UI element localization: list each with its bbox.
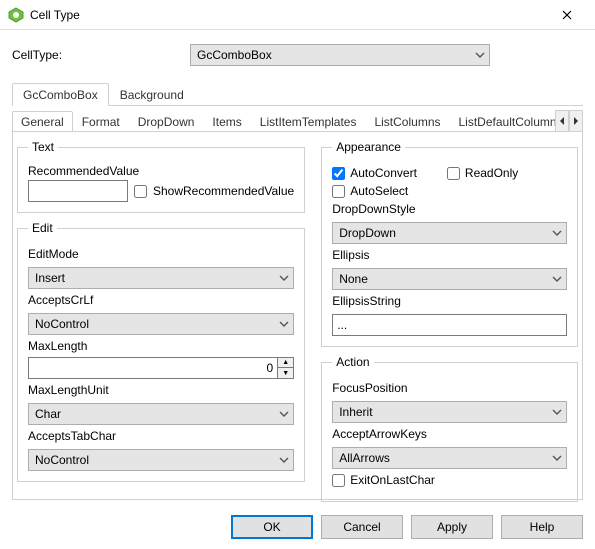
showrecommended-checkbox[interactable]	[134, 185, 147, 198]
maxlength-label: MaxLength	[28, 339, 294, 353]
maxlength-spin-down[interactable]: ▼	[278, 368, 293, 378]
group-action-legend: Action	[332, 355, 373, 369]
chevron-down-icon	[279, 409, 289, 419]
maxlengthunit-label: MaxLengthUnit	[28, 383, 294, 397]
close-button[interactable]	[547, 1, 587, 29]
maxlength-input[interactable]	[28, 357, 278, 379]
tabs-scroll-right[interactable]	[569, 110, 583, 131]
subtab-dropdown[interactable]: DropDown	[129, 111, 204, 131]
ellipsisstring-label: EllipsisString	[332, 294, 567, 308]
apply-button[interactable]: Apply	[411, 515, 493, 539]
exitonlast-label: ExitOnLastChar	[350, 473, 435, 487]
autoconvert-label: AutoConvert	[350, 166, 417, 180]
dropdownstyle-select[interactable]: DropDown	[332, 222, 567, 244]
recommendedvalue-label: RecommendedValue	[28, 164, 294, 178]
maxlength-spinner[interactable]: ▲ ▼	[28, 357, 294, 379]
title-bar: Cell Type	[0, 0, 595, 30]
subtab-items[interactable]: Items	[203, 111, 250, 131]
sub-tabstrip: General Format DropDown Items ListItemTe…	[12, 110, 583, 132]
autoselect-checkbox[interactable]	[332, 185, 345, 198]
dropdownstyle-value: DropDown	[339, 226, 396, 240]
showrecommended-label: ShowRecommendedValue	[153, 184, 294, 198]
close-icon	[562, 10, 572, 20]
group-appearance: Appearance AutoConvert ReadOnly AutoSele…	[321, 140, 578, 347]
showrecommended-checkbox-wrap[interactable]: ShowRecommendedValue	[134, 184, 294, 198]
maxlengthunit-select[interactable]: Char	[28, 403, 294, 425]
editmode-label: EditMode	[28, 247, 294, 261]
chevron-down-icon	[279, 273, 289, 283]
subtab-listdefaultcolumn[interactable]: ListDefaultColumn	[450, 111, 556, 131]
tab-gccombobox[interactable]: GcComboBox	[12, 83, 109, 106]
chevron-down-icon	[279, 319, 289, 329]
autoselect-label: AutoSelect	[350, 184, 408, 198]
dropdownstyle-label: DropDownStyle	[332, 202, 567, 216]
chevron-down-icon	[552, 407, 562, 417]
focusposition-select[interactable]: Inherit	[332, 401, 567, 423]
editmode-select[interactable]: Insert	[28, 267, 294, 289]
dialog-buttons: OK Cancel Apply Help	[231, 515, 583, 539]
autoconvert-wrap[interactable]: AutoConvert	[332, 166, 417, 180]
app-icon	[8, 7, 24, 23]
chevron-down-icon	[279, 455, 289, 465]
tab-background[interactable]: Background	[109, 83, 195, 106]
tabs-scroll-left[interactable]	[555, 110, 569, 131]
group-text: Text RecommendedValue ShowRecommendedVal…	[17, 140, 305, 213]
acceptscrlf-value: NoControl	[35, 317, 89, 331]
subtab-format[interactable]: Format	[73, 111, 129, 131]
celltype-select[interactable]: GcComboBox	[190, 44, 490, 66]
maxlength-spin-up[interactable]: ▲	[278, 358, 293, 368]
chevron-down-icon	[475, 50, 485, 60]
chevron-down-icon	[552, 274, 562, 284]
cancel-button[interactable]: Cancel	[321, 515, 403, 539]
acceptarrow-label: AcceptArrowKeys	[332, 427, 567, 441]
window-title: Cell Type	[30, 8, 80, 22]
group-appearance-legend: Appearance	[332, 140, 405, 154]
ellipsis-value: None	[339, 272, 368, 286]
ok-button[interactable]: OK	[231, 515, 313, 539]
celltype-select-value: GcComboBox	[197, 48, 272, 62]
main-tabstrip: GcComboBox Background	[12, 82, 583, 106]
group-edit-legend: Edit	[28, 221, 57, 235]
acceptscrlf-label: AcceptsCrLf	[28, 293, 294, 307]
group-edit: Edit EditMode Insert AcceptsCrLf NoContr…	[17, 221, 305, 482]
help-button[interactable]: Help	[501, 515, 583, 539]
readonly-wrap[interactable]: ReadOnly	[447, 166, 518, 180]
group-text-legend: Text	[28, 140, 58, 154]
acceptarrow-value: AllArrows	[339, 451, 390, 465]
acceptarrow-select[interactable]: AllArrows	[332, 447, 567, 469]
group-action: Action FocusPosition Inherit AcceptArrow…	[321, 355, 578, 502]
acceptstab-label: AcceptsTabChar	[28, 429, 294, 443]
chevron-down-icon	[552, 228, 562, 238]
ellipsisstring-input[interactable]	[332, 314, 567, 336]
subtab-general[interactable]: General	[12, 111, 73, 131]
editmode-value: Insert	[35, 271, 65, 285]
celltype-label: CellType:	[12, 48, 190, 62]
readonly-label: ReadOnly	[465, 166, 518, 180]
autoconvert-checkbox[interactable]	[332, 167, 345, 180]
autoselect-wrap[interactable]: AutoSelect	[332, 184, 408, 198]
triangle-right-icon	[573, 117, 579, 125]
acceptstab-value: NoControl	[35, 453, 89, 467]
subtab-listitemtemplates[interactable]: ListItemTemplates	[251, 111, 366, 131]
subtab-listcolumns[interactable]: ListColumns	[365, 111, 449, 131]
exitonlast-wrap[interactable]: ExitOnLastChar	[332, 473, 435, 487]
exitonlast-checkbox[interactable]	[332, 474, 345, 487]
triangle-left-icon	[559, 117, 565, 125]
recommendedvalue-input[interactable]	[28, 180, 128, 202]
acceptscrlf-select[interactable]: NoControl	[28, 313, 294, 335]
maxlengthunit-value: Char	[35, 407, 61, 421]
chevron-down-icon	[552, 453, 562, 463]
readonly-checkbox[interactable]	[447, 167, 460, 180]
acceptstab-select[interactable]: NoControl	[28, 449, 294, 471]
ellipsis-select[interactable]: None	[332, 268, 567, 290]
ellipsis-label: Ellipsis	[332, 248, 567, 262]
focusposition-value: Inherit	[339, 405, 372, 419]
focusposition-label: FocusPosition	[332, 381, 567, 395]
